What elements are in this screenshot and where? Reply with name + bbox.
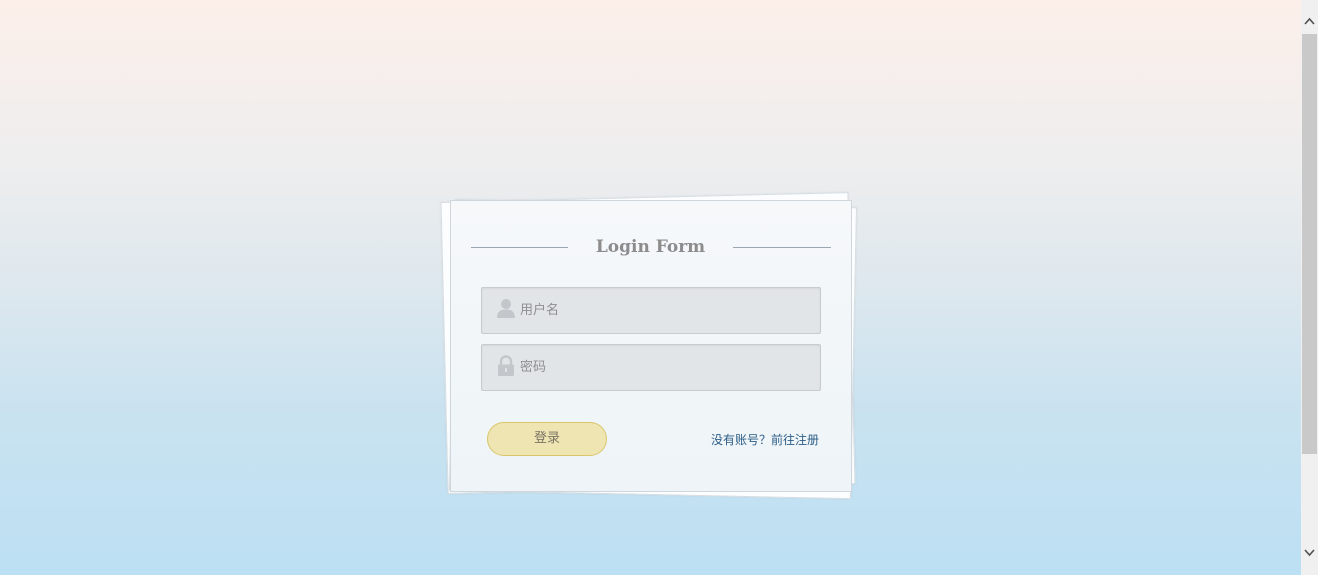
register-link[interactable]: 没有账号？前往注册 xyxy=(707,431,819,448)
lock-icon xyxy=(496,355,516,377)
chevron-down-icon[interactable] xyxy=(1301,544,1318,561)
form-title: Login Form xyxy=(595,237,706,257)
username-input[interactable] xyxy=(520,288,810,333)
login-button[interactable]: 登录 xyxy=(487,422,607,456)
title-divider-left xyxy=(471,247,568,248)
login-form: Login Form 登录 没有账号？前往注册 xyxy=(450,200,852,492)
form-header: Login Form xyxy=(471,234,831,260)
title-divider-right xyxy=(733,247,831,248)
scrollbar-thumb[interactable] xyxy=(1302,34,1317,454)
user-icon xyxy=(496,298,516,320)
password-input[interactable] xyxy=(520,345,810,390)
chevron-up-icon[interactable] xyxy=(1301,12,1318,29)
username-field xyxy=(481,287,821,334)
password-field xyxy=(481,344,821,391)
vertical-scrollbar[interactable] xyxy=(1301,0,1318,575)
page-background: Login Form 登录 没有账号？前往注册 xyxy=(0,0,1301,575)
